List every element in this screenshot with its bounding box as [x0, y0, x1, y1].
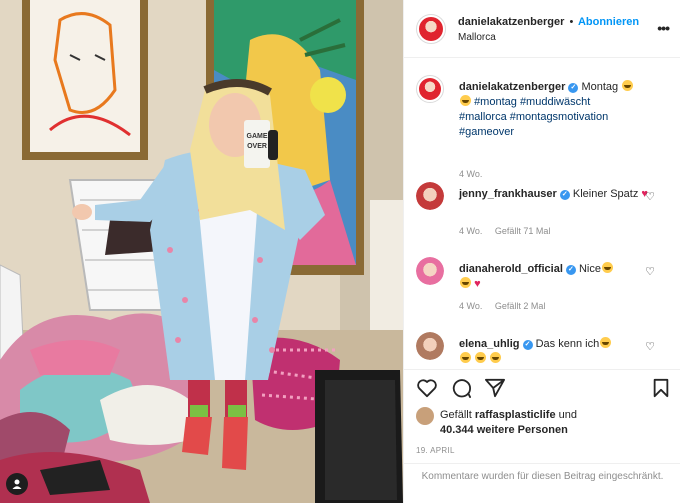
comment-avatar[interactable] — [416, 257, 444, 285]
hashtag[interactable]: #muddiwäscht — [520, 96, 590, 108]
separator-dot: • — [569, 16, 574, 28]
comment-body: Das kenn ich — [535, 338, 600, 350]
caption-text: danielakatzenberger ✓ Montag #montag #mud… — [459, 80, 649, 140]
author-username[interactable]: danielakatzenberger — [458, 16, 564, 28]
post-date[interactable]: 19. APRIL — [416, 446, 455, 455]
post-header: danielakatzenberger • Abonnieren Mallorc… — [404, 0, 680, 58]
mug-text-1: GAME — [247, 133, 268, 140]
liker-avatar[interactable] — [416, 407, 434, 425]
comment-text: jenny_frankhauser ✓ Kleiner Spatz ♥ — [459, 187, 649, 202]
comment-meta: 4 Wo. Gefällt 71 Mal — [459, 226, 550, 236]
laughing-emoji-icon — [490, 352, 502, 363]
hashtag[interactable]: #gameover — [459, 126, 514, 138]
liked-by-others[interactable]: 40.344 weitere Personen — [440, 424, 568, 436]
verified-badge-icon: ✓ — [559, 190, 570, 200]
verified-badge-icon: ✓ — [522, 340, 533, 350]
comment-age[interactable]: 4 Wo. — [459, 301, 482, 311]
like-heart-icon[interactable] — [416, 378, 438, 398]
like-comment-heart-icon[interactable]: ♡ — [645, 265, 655, 278]
comments-restricted-notice: Kommentare wurden für diesen Beitrag ein… — [404, 463, 680, 503]
verified-badge-icon: ✓ — [568, 83, 579, 93]
comment-username[interactable]: elena_uhlig — [459, 338, 520, 350]
caption-meta: 4 Wo. — [459, 169, 482, 179]
laughing-emoji-icon — [622, 80, 634, 91]
post-actions: Gefällt raffasplasticlife und 40.344 wei… — [404, 369, 680, 469]
comment-meta: 4 Wo. Gefällt 2 Mal — [459, 301, 545, 311]
mug-text-2: OVER — [247, 143, 267, 150]
caption-username[interactable]: danielakatzenberger — [459, 81, 565, 93]
hashtag[interactable]: #montag — [474, 96, 517, 108]
liked-by-joiner: und — [558, 409, 577, 421]
hashtag[interactable]: #montagsmotivation — [510, 111, 608, 123]
comment-username[interactable]: jenny_frankhauser — [459, 188, 557, 200]
comment-text: elena_uhlig ✓ Das kenn ich — [459, 337, 649, 367]
comment-bubble-icon[interactable] — [450, 378, 472, 398]
person-icon — [12, 479, 22, 489]
laughing-emoji-icon — [460, 277, 471, 288]
post-photo: GAME OVER — [0, 0, 403, 503]
more-options-icon[interactable]: ••• — [657, 20, 670, 36]
laughing-emoji-icon — [460, 95, 471, 106]
liked-by-prefix: Gefällt — [440, 409, 472, 421]
like-comment-heart-icon[interactable]: ♡ — [645, 340, 655, 353]
comment-avatar[interactable] — [416, 332, 444, 360]
comment-username[interactable]: dianaherold_official — [459, 263, 563, 275]
save-bookmark-icon[interactable] — [652, 378, 670, 398]
laughing-emoji-icon — [475, 352, 487, 363]
comments-restricted-text: Kommentare wurden für diesen Beitrag ein… — [421, 471, 664, 482]
laughing-emoji-icon — [460, 352, 471, 363]
comment-likes[interactable]: Gefällt 71 Mal — [495, 226, 551, 236]
comment-body: Kleiner Spatz — [572, 188, 639, 200]
author-line: danielakatzenberger • Abonnieren — [458, 16, 639, 28]
post-sidebar: danielakatzenberger • Abonnieren Mallorc… — [403, 0, 680, 503]
comment-body: Nice — [578, 263, 601, 275]
share-paper-plane-icon[interactable] — [484, 378, 506, 398]
comment-age[interactable]: 4 Wo. — [459, 226, 482, 236]
liked-by-text: Gefällt raffasplasticlife und 40.344 wei… — [440, 408, 577, 438]
red-heart-emoji-icon: ♥ — [474, 278, 481, 290]
comment-likes[interactable]: Gefällt 2 Mal — [495, 301, 546, 311]
hashtag[interactable]: #mallorca — [459, 111, 507, 123]
laughing-emoji-icon — [600, 337, 612, 348]
comments-list[interactable]: danielakatzenberger ✓ Montag #montag #mud… — [404, 59, 680, 369]
laughing-emoji-icon — [602, 262, 613, 273]
comment-avatar[interactable] — [416, 182, 444, 210]
verified-badge-icon: ✓ — [565, 265, 576, 275]
liked-by-user[interactable]: raffasplasticlife — [475, 409, 556, 421]
post-location[interactable]: Mallorca — [458, 32, 496, 43]
photo-scene: GAME OVER — [0, 0, 403, 503]
comment-text: dianaherold_official ✓ Nice ♥ — [459, 262, 649, 292]
author-avatar[interactable] — [416, 14, 446, 44]
follow-button[interactable]: Abonnieren — [578, 16, 639, 28]
tagged-people-icon[interactable] — [6, 473, 28, 495]
like-comment-heart-icon[interactable]: ♡ — [645, 190, 655, 203]
caption-age[interactable]: 4 Wo. — [459, 169, 482, 179]
caption-text-start: Montag — [581, 81, 619, 93]
caption-avatar[interactable] — [416, 75, 444, 103]
